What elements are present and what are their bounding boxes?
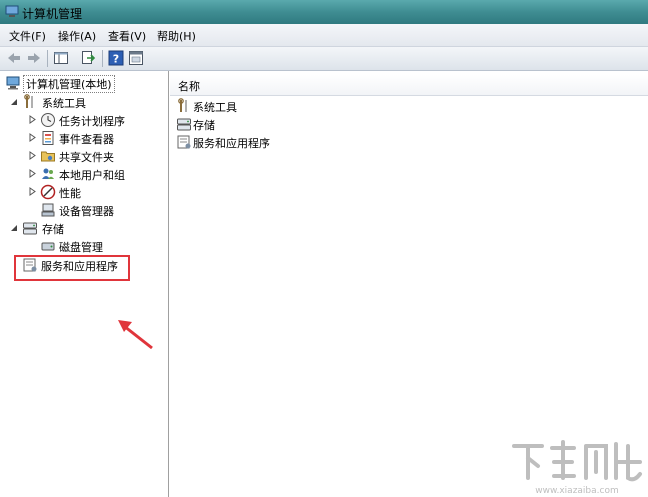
tree-label: 事件查看器 xyxy=(59,133,114,146)
tree-label: 性能 xyxy=(59,187,81,200)
menu-help[interactable]: 帮助(H) xyxy=(157,28,196,44)
expand-arrow-icon[interactable] xyxy=(28,169,36,178)
menu-action[interactable]: 操作(A) xyxy=(58,28,96,44)
collapse-arrow-icon[interactable] xyxy=(10,97,18,106)
column-label: 名称 xyxy=(178,80,200,93)
watermark-logo: www.xiazaiba.com xyxy=(512,440,642,496)
toolbar: ? xyxy=(0,47,648,71)
storage-icon xyxy=(177,118,191,131)
console-tree[interactable]: 计算机管理(本地) 系统工具 任务计划程序 事件查看器 共享文件夹 本地用户和组… xyxy=(0,71,169,497)
tree-label: 设备管理器 xyxy=(59,205,114,218)
users-icon xyxy=(42,168,54,179)
device-manager-icon xyxy=(41,203,55,217)
results-pane[interactable]: 名称 系统工具 存储 服务和应用程序 xyxy=(170,71,648,497)
services-icon xyxy=(177,135,191,149)
list-item-label: 存储 xyxy=(193,119,215,132)
show-hide-tree-icon[interactable] xyxy=(53,50,69,66)
export-list-icon[interactable] xyxy=(80,50,96,66)
list-item-label: 系统工具 xyxy=(193,101,237,114)
expand-arrow-icon[interactable] xyxy=(28,187,36,196)
computer-management-icon xyxy=(5,5,19,17)
tools-icon xyxy=(24,94,33,108)
svg-text:?: ? xyxy=(113,53,119,66)
menu-file[interactable]: 文件(F) xyxy=(9,28,46,44)
tree-label: 计算机管理(本地) xyxy=(23,75,115,93)
menu-bar: 文件(F) 操作(A) 查看(V) 帮助(H) xyxy=(0,24,648,47)
tools-icon xyxy=(178,98,187,112)
clock-icon xyxy=(41,113,55,127)
tree-label: 共享文件夹 xyxy=(59,151,114,164)
back-icon[interactable] xyxy=(6,50,22,66)
highlight-box xyxy=(14,255,130,281)
forward-icon[interactable] xyxy=(26,50,42,66)
properties-icon[interactable] xyxy=(128,50,144,66)
collapse-arrow-icon[interactable] xyxy=(10,223,18,232)
performance-icon xyxy=(40,184,56,200)
watermark-url: www.xiazaiba.com xyxy=(535,486,619,496)
expand-arrow-icon[interactable] xyxy=(28,151,36,160)
window-title: 计算机管理 xyxy=(22,7,83,21)
title-bar[interactable]: 计算机管理 xyxy=(0,0,648,24)
tree-label: 系统工具 xyxy=(42,97,86,110)
column-header-name[interactable]: 名称 xyxy=(170,75,648,96)
disk-icon xyxy=(41,242,55,251)
storage-icon xyxy=(23,222,37,235)
shared-folder-icon xyxy=(41,151,55,162)
tree-label: 磁盘管理 xyxy=(59,241,103,254)
tree-label: 本地用户和组 xyxy=(59,169,125,182)
expand-arrow-icon[interactable] xyxy=(28,133,36,142)
computer-management-icon xyxy=(6,76,20,90)
annotation-arrow-icon xyxy=(118,320,153,350)
toolbar-separator xyxy=(47,50,48,67)
tree-label: 存储 xyxy=(42,223,64,236)
expand-arrow-icon[interactable] xyxy=(28,115,36,124)
list-item-label: 服务和应用程序 xyxy=(193,137,270,150)
tree-label: 任务计划程序 xyxy=(59,115,125,128)
menu-view[interactable]: 查看(V) xyxy=(108,28,146,44)
toolbar-separator xyxy=(102,50,103,67)
help-icon[interactable]: ? xyxy=(108,50,124,66)
event-viewer-icon xyxy=(42,131,54,145)
